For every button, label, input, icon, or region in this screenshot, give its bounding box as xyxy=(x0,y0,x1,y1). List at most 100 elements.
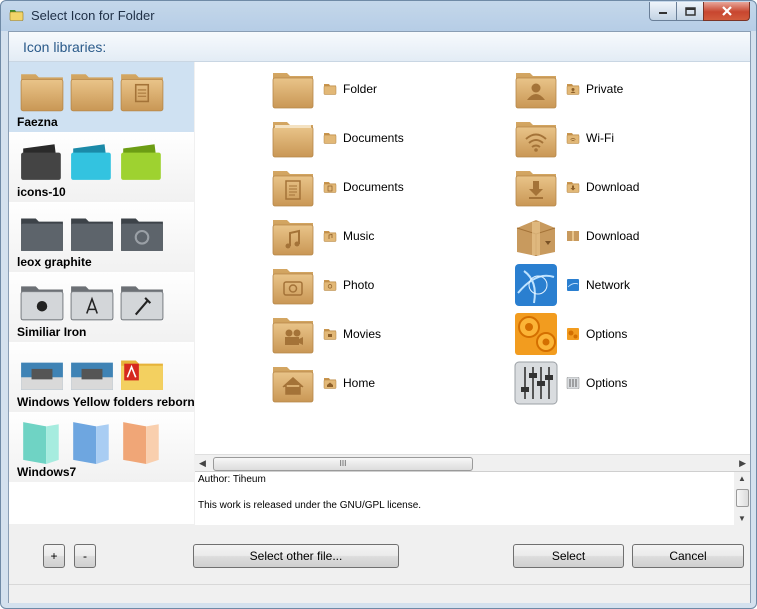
icon-item[interactable]: Download xyxy=(514,164,639,210)
select-other-file-button[interactable]: Select other file... xyxy=(193,544,399,568)
icon-label: Private xyxy=(586,82,624,96)
graphite-camera-folder-icon xyxy=(121,218,163,251)
download-small-icon xyxy=(566,181,580,193)
icon-item[interactable]: Photo xyxy=(271,262,374,308)
graphite-folder-icon xyxy=(21,218,63,251)
icon-label: Options xyxy=(586,376,628,390)
icon-label: Download xyxy=(586,180,640,194)
icon-item[interactable]: Network xyxy=(514,262,630,308)
window-title: Select Icon for Folder xyxy=(31,8,155,23)
info-vertical-scrollbar[interactable]: ▲ ▼ xyxy=(734,472,750,525)
download-folder-icon xyxy=(514,165,558,209)
icon-item[interactable]: Folder xyxy=(271,66,377,112)
library-list[interactable]: Faezna icons-10 leox graphite Similiar I… xyxy=(9,62,195,524)
dialog-window: Select Icon for Folder Icon libraries: F… xyxy=(0,0,757,609)
private-folder-icon xyxy=(514,67,558,111)
document-small-icon xyxy=(323,181,337,193)
options-sliders-small-icon xyxy=(566,377,580,389)
movies-folder-icon xyxy=(271,312,315,356)
icon-item[interactable]: Home xyxy=(271,360,375,406)
scroll-down-icon[interactable]: ▼ xyxy=(738,514,746,523)
printer-folder-icon xyxy=(21,362,63,390)
icon-label: Options xyxy=(586,327,628,341)
add-library-button[interactable]: + xyxy=(43,544,65,568)
icon-label: Documents xyxy=(343,131,404,145)
library-name: Faezna xyxy=(17,115,58,129)
maximize-button[interactable] xyxy=(676,2,704,21)
minimize-button[interactable] xyxy=(649,2,677,21)
scroll-grip-icon: III xyxy=(339,459,347,468)
library-item-windows7[interactable]: Windows7 xyxy=(9,412,194,482)
icon-grid[interactable]: Folder Documents Documents Music Photo M… xyxy=(195,62,750,454)
library-name: icons-10 xyxy=(17,185,66,199)
library-name: Windows Yellow folders reborn xyxy=(17,395,195,409)
library-name: Similiar Iron xyxy=(17,325,87,339)
library-item-faezna[interactable]: Faezna xyxy=(9,62,194,132)
icon-item[interactable]: Movies xyxy=(271,311,381,357)
remove-library-button[interactable]: - xyxy=(74,544,96,568)
scroll-right-icon[interactable]: ▶ xyxy=(739,458,746,469)
icon-label: Movies xyxy=(343,327,382,341)
icon-item[interactable]: Download xyxy=(514,213,639,259)
options-gears-small-icon xyxy=(567,328,579,340)
home-folder-icon xyxy=(271,361,315,405)
library-item-icons-10[interactable]: icons-10 xyxy=(9,132,194,202)
wifi-folder-icon xyxy=(514,116,558,160)
author-text: Author: Tiheum xyxy=(198,474,266,485)
options-gears-icon xyxy=(515,313,557,355)
download-box-small-icon xyxy=(567,231,579,241)
close-button[interactable] xyxy=(703,2,750,21)
status-bar xyxy=(9,584,750,603)
title-bar[interactable]: Select Icon for Folder xyxy=(1,1,756,31)
library-item-windows-yellow-folders-reborn[interactable]: Windows Yellow folders reborn xyxy=(9,342,195,412)
document-folder-icon xyxy=(271,165,315,209)
icon-item[interactable]: Documents xyxy=(271,115,404,161)
icon-label: Photo xyxy=(343,278,375,292)
photo-small-icon xyxy=(323,279,337,291)
network-icon xyxy=(515,264,557,306)
info-scroll-thumb[interactable] xyxy=(736,489,749,507)
music-folder-icon xyxy=(271,214,315,258)
library-name: Windows7 xyxy=(17,465,77,479)
icon-item[interactable]: Documents xyxy=(271,164,404,210)
horizontal-scrollbar[interactable]: ◀ III ▶ xyxy=(195,454,750,471)
photo-folder-icon xyxy=(271,263,315,307)
info-panel: Author: Tiheum This work is released und… xyxy=(195,471,750,525)
document-folder-icon xyxy=(119,68,165,114)
license-text: This work is released under the GNU/GPL … xyxy=(198,500,422,511)
select-button[interactable]: Select xyxy=(513,544,624,568)
icon-label: Download xyxy=(586,229,640,243)
scroll-up-icon[interactable]: ▲ xyxy=(738,474,746,483)
minimize-icon xyxy=(659,12,667,14)
icon-item[interactable]: Options xyxy=(514,360,627,406)
icon-item[interactable]: Music xyxy=(271,213,374,259)
icon-item[interactable]: Private xyxy=(514,66,623,112)
printer-folder-icon xyxy=(71,362,113,390)
icon-label: Folder xyxy=(343,82,378,96)
apple-folder-icon xyxy=(20,286,64,321)
library-item-similiar-iron[interactable]: Similiar Iron xyxy=(9,272,194,342)
graphite-folder-icon xyxy=(71,218,113,251)
icon-item[interactable]: Wi-Fi xyxy=(514,115,614,161)
blue-folder-icon xyxy=(73,422,109,464)
icon-item[interactable]: Options xyxy=(514,311,627,357)
scroll-left-icon[interactable]: ◀ xyxy=(199,458,206,469)
scroll-thumb[interactable]: III xyxy=(213,457,473,471)
options-sliders-icon xyxy=(514,361,558,405)
icon-label: Network xyxy=(586,278,631,292)
teal-folder-icon xyxy=(23,422,59,464)
maximize-icon xyxy=(684,6,696,16)
icon-label: Home xyxy=(343,376,376,390)
wifi-small-icon xyxy=(566,132,580,144)
library-item-leox-graphite[interactable]: leox graphite xyxy=(9,202,194,272)
movies-small-icon xyxy=(323,328,337,340)
folder-icon xyxy=(271,116,315,160)
folder-icon xyxy=(69,68,115,114)
music-small-icon xyxy=(323,230,337,242)
black-folder-icon xyxy=(21,144,61,180)
home-small-icon xyxy=(323,377,337,389)
folder-small-icon xyxy=(323,132,337,144)
close-icon xyxy=(721,6,732,16)
orange-folder-icon xyxy=(123,422,159,464)
cancel-button[interactable]: Cancel xyxy=(632,544,744,568)
